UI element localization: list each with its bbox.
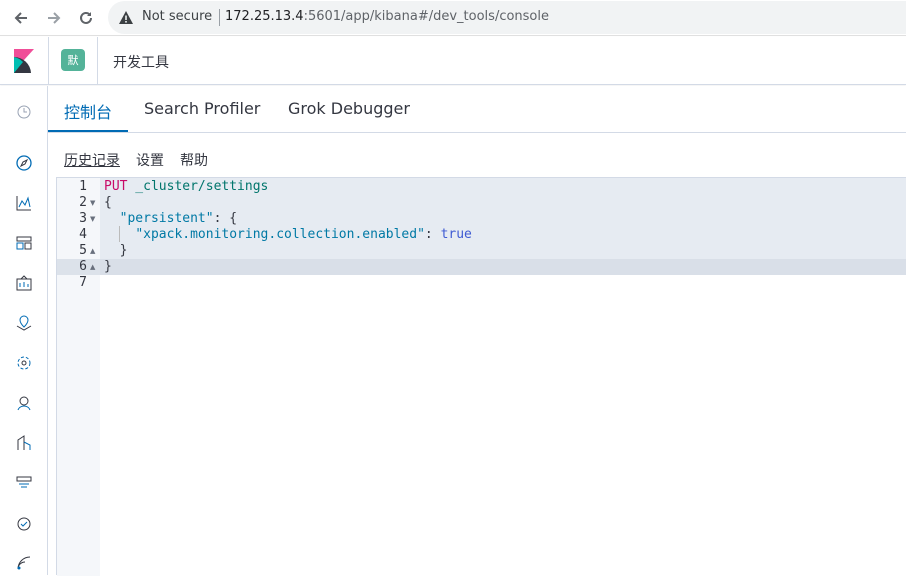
warning-icon [119,11,133,24]
dev-tools-tabs: 控制台 Search Profiler Grok Debugger [48,86,906,133]
tab-search-profiler[interactable]: Search Profiler [144,99,260,118]
fold-close-icon[interactable]: ▲ [90,243,95,259]
json-punct: : { [213,211,238,226]
request-editor[interactable]: 1 2 3 4 5 6 7 ▼ ▼ ▲ ▲ PUT _cluster/setti… [56,177,906,576]
json-key: "xpack.monitoring.collection.enabled" [135,227,425,242]
code-line-1: PUT _cluster/settings [104,179,268,195]
settings-link[interactable]: 设置 [136,150,164,170]
omnibox-divider [219,9,220,26]
request-endpoint: _cluster/settings [127,179,269,194]
dashboard-icon[interactable] [14,233,34,253]
maps-icon[interactable] [14,313,34,333]
header-divider [48,37,49,85]
reload-icon [80,11,92,24]
code-line-4: "xpack.monitoring.collection.enabled": t… [104,227,472,243]
discover-icon[interactable] [14,153,34,173]
history-link[interactable]: 历史记录 [64,150,120,170]
browser-toolbar: Not secure 172.25.13.4:5601/app/kibana#/… [0,0,906,36]
back-button[interactable] [10,7,32,29]
code-line-5: } [104,243,128,259]
visualize-icon[interactable] [14,193,34,213]
line-number: 2 [79,195,87,210]
page-title: 开发工具 [113,55,169,71]
line-number: 3 [79,211,87,226]
json-punct: : [424,227,441,242]
url-text[interactable]: 172.25.13.4:5601/app/kibana#/dev_tools/c… [225,9,549,24]
tab-grok-debugger[interactable]: Grok Debugger [288,99,410,118]
ml-icon[interactable] [14,353,34,373]
graph-icon[interactable] [14,393,34,413]
json-punct: } [119,243,128,258]
line-number: 4 [79,227,87,242]
header-divider [97,37,98,85]
kibana-header: 默 开发工具 [0,37,906,85]
line-number: 5 [79,243,87,258]
space-selector[interactable]: 默 [61,49,85,71]
line-number: 6 [79,259,87,274]
uptime-icon[interactable] [14,513,34,533]
json-bool-value: true [440,227,472,242]
fold-open-icon[interactable]: ▼ [90,211,95,227]
forward-arrow-icon [48,12,61,24]
security-label[interactable]: Not secure [142,9,212,24]
http-method: PUT [104,179,128,194]
back-arrow-icon [14,12,27,24]
forward-button[interactable] [43,7,65,29]
side-nav [0,86,48,575]
line-number: 7 [79,275,87,290]
kibana-logo-icon[interactable] [14,49,34,73]
code-line-2: { [104,195,112,210]
monitoring-icon[interactable] [14,553,34,573]
address-bar[interactable]: Not secure 172.25.13.4:5601/app/kibana#/… [108,1,906,34]
help-link[interactable]: 帮助 [180,150,208,170]
apm-icon[interactable] [14,433,34,453]
tab-console[interactable]: 控制台 [64,99,112,123]
logs-icon[interactable] [14,473,34,493]
url-host: 172.25.13.4 [225,9,304,24]
url-path: :5601/app/kibana#/dev_tools/console [303,9,549,24]
code-line-6: } [104,259,112,274]
fold-open-icon[interactable]: ▼ [90,195,95,211]
active-tab-indicator [48,130,128,132]
line-number: 1 [79,179,87,194]
canvas-icon[interactable] [14,273,34,293]
recent-icon[interactable] [14,102,34,122]
fold-close-icon[interactable]: ▲ [90,259,95,275]
code-line-3: "persistent": { [104,211,237,227]
reload-button[interactable] [75,7,97,29]
active-line-highlight [100,259,906,275]
json-key: "persistent" [119,211,214,226]
